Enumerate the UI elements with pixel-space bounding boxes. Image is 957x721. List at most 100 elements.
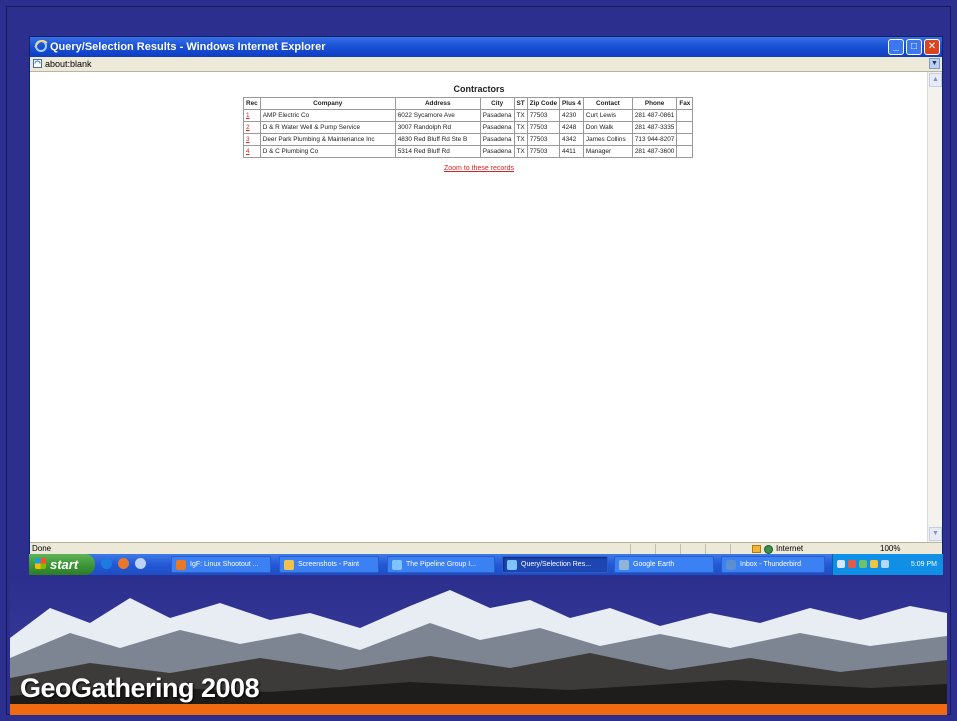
status-divider	[630, 544, 631, 554]
city-cell: Pasadena	[479, 145, 515, 158]
tray-icon[interactable]	[837, 560, 845, 568]
tray-icon[interactable]	[859, 560, 867, 568]
taskbar-item[interactable]: Screenshots - Paint	[279, 556, 379, 573]
contact-cell: Curt Lewis	[582, 109, 633, 122]
footer-accent-bar	[10, 704, 947, 715]
paint-icon	[284, 560, 294, 570]
tray-icons	[837, 560, 889, 568]
vertical-scrollbar[interactable]: ▲ ▼	[927, 72, 942, 542]
window-title: Query/Selection Results - Windows Intern…	[50, 41, 326, 53]
record-link[interactable]: 4	[243, 145, 261, 158]
record-link[interactable]: 1	[243, 109, 261, 122]
internet-explorer-icon	[34, 40, 48, 52]
ie-quicklaunch-icon[interactable]	[101, 558, 112, 569]
taskbar: start IgF: Linux Shootout ... Screenshot…	[29, 554, 943, 575]
scroll-down-arrow-icon[interactable]: ▼	[929, 527, 942, 541]
city-cell: Pasadena	[479, 121, 515, 134]
window-controls: _ □ ✕	[888, 39, 940, 55]
firefox-quicklaunch-icon[interactable]	[118, 558, 129, 569]
status-divider	[655, 544, 656, 554]
status-divider	[680, 544, 681, 554]
phone-cell: 281 487-0861	[631, 109, 678, 122]
system-tray: 5:09 PM	[832, 554, 943, 575]
address-cell: 5314 Red Bluff Rd	[394, 145, 481, 158]
city-cell: Pasadena	[479, 133, 515, 146]
google-earth-icon	[619, 560, 629, 570]
protected-mode-icon	[752, 545, 761, 553]
contact-cell: Manager	[582, 145, 633, 158]
taskbar-item[interactable]: Google Earth	[614, 556, 714, 573]
ie-icon	[507, 560, 517, 570]
status-divider	[705, 544, 706, 554]
start-label: start	[50, 557, 79, 572]
plus4-cell: 4411	[559, 145, 584, 158]
zoom-to-records-link[interactable]: Zoom to these records	[30, 165, 928, 172]
plus4-cell: 4248	[559, 121, 584, 134]
thunderbird-icon	[726, 560, 736, 570]
taskbar-item[interactable]: The Pipeline Group I...	[387, 556, 495, 573]
tray-icon[interactable]	[848, 560, 856, 568]
table-row: 3 Deer Park Plumbing & Maintenance Inc 4…	[243, 133, 694, 146]
table-row: 2 D & R Water Well & Pump Service 3007 R…	[243, 121, 694, 134]
zip-cell: 77503	[526, 109, 561, 122]
title-bar: Query/Selection Results - Windows Intern…	[30, 37, 942, 57]
state-cell: TX	[513, 109, 528, 122]
page-icon	[33, 59, 42, 68]
column-header: Plus 4	[559, 97, 584, 110]
footer-title: GeoGathering 2008	[20, 673, 260, 703]
ie-icon	[392, 560, 402, 570]
start-button[interactable]: start	[29, 554, 95, 575]
plus4-cell: 4230	[559, 109, 584, 122]
table-header-row: Rec Company Address City ST Zip Code Plu…	[243, 97, 694, 110]
zip-cell: 77503	[526, 145, 561, 158]
record-link[interactable]: 3	[243, 133, 261, 146]
contact-cell: Don Walk	[582, 121, 633, 134]
address-bar[interactable]: about:blank ▼	[30, 57, 942, 72]
taskbar-item[interactable]: IgF: Linux Shootout ...	[171, 556, 271, 573]
phone-cell: 281 487-3335	[631, 121, 678, 134]
show-desktop-icon[interactable]	[135, 558, 146, 569]
maximize-button[interactable]: □	[906, 39, 922, 55]
network-icon[interactable]	[881, 560, 889, 568]
close-button[interactable]: ✕	[924, 39, 940, 55]
column-header: City	[479, 97, 515, 110]
status-divider	[730, 544, 731, 554]
tray-icon[interactable]	[870, 560, 878, 568]
results-title: Contractors	[453, 84, 505, 94]
fax-cell	[676, 133, 694, 146]
company-cell: Deer Park Plumbing & Maintenance Inc	[259, 133, 396, 146]
address-text: about:blank	[45, 59, 92, 69]
record-link[interactable]: 2	[243, 121, 261, 134]
page-content: Contractors Rec Company Address City ST …	[30, 72, 928, 542]
plus4-cell: 4342	[559, 133, 584, 146]
browser-window: Query/Selection Results - Windows Intern…	[29, 36, 943, 556]
scroll-up-arrow-icon[interactable]: ▲	[929, 73, 942, 87]
windows-logo-icon	[35, 558, 46, 569]
taskbar-item[interactable]: Inbox - Thunderbird	[721, 556, 825, 573]
address-cell: 4830 Red Bluff Rd Ste B	[394, 133, 481, 146]
contact-cell: James Collins	[582, 133, 633, 146]
internet-zone-icon	[764, 544, 773, 554]
state-cell: TX	[513, 133, 528, 146]
column-header: Zip Code	[526, 97, 561, 110]
quick-launch	[101, 558, 146, 569]
column-header: Fax	[676, 97, 694, 110]
table-row: 4 D & C Plumbing Co 5314 Red Bluff Rd Pa…	[243, 145, 694, 158]
minimize-button[interactable]: _	[888, 39, 904, 55]
contractors-table: Rec Company Address City ST Zip Code Plu…	[243, 97, 694, 158]
address-cell: 3007 Randolph Rd	[394, 121, 481, 134]
clock[interactable]: 5:09 PM	[911, 554, 937, 575]
address-dropdown-button[interactable]: ▼	[929, 58, 940, 69]
firefox-icon	[176, 560, 186, 570]
column-header: ST	[513, 97, 528, 110]
column-header: Address	[394, 97, 481, 110]
zip-cell: 77503	[526, 121, 561, 134]
column-header: Company	[259, 97, 396, 110]
city-cell: Pasadena	[479, 109, 515, 122]
fax-cell	[676, 121, 694, 134]
taskbar-item-active[interactable]: Query/Selection Res...	[502, 556, 608, 573]
state-cell: TX	[513, 121, 528, 134]
column-header: Rec	[243, 97, 261, 110]
company-cell: AMP Electric Co	[259, 109, 396, 122]
column-header: Contact	[582, 97, 633, 110]
